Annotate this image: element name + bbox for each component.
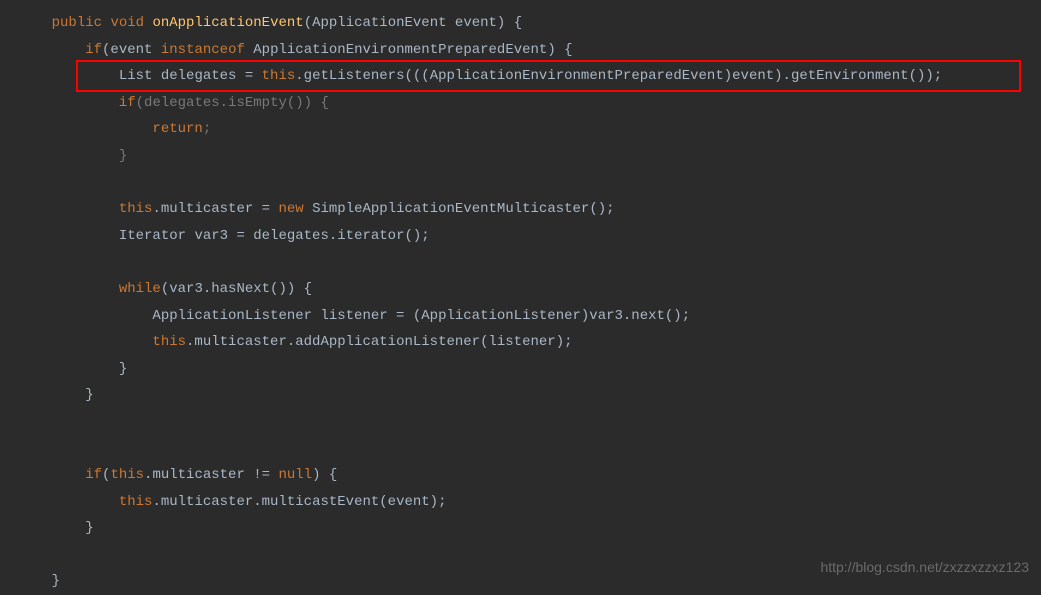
code-line-10: ApplicationListener listener = (Applicat… xyxy=(18,303,1023,330)
keyword-public: public xyxy=(52,15,102,31)
keyword-null: null xyxy=(278,467,312,483)
code-line-9: while(var3.hasNext()) { xyxy=(18,276,1023,303)
code-brace: } xyxy=(119,148,127,164)
code-brace: } xyxy=(52,573,60,589)
code-text: SimpleApplicationEventMulticaster(); xyxy=(304,201,615,217)
keyword-new: new xyxy=(278,201,303,217)
code-line-16: } xyxy=(18,515,1023,542)
keyword-this: this xyxy=(110,467,144,483)
code-line-4: if(delegates.isEmpty()) { xyxy=(18,90,1023,117)
code-text: List delegates = xyxy=(119,68,262,84)
code-text: ApplicationListener listener = (Applicat… xyxy=(152,308,690,324)
code-line-blank xyxy=(18,249,1023,276)
code-line-11: this.multicaster.addApplicationListener(… xyxy=(18,329,1023,356)
code-line-blank xyxy=(18,436,1023,463)
code-line-13: } xyxy=(18,382,1023,409)
code-line-1: public void onApplicationEvent(Applicati… xyxy=(18,10,1023,37)
code-line-6: } xyxy=(18,143,1023,170)
keyword-this: this xyxy=(119,201,153,217)
code-line-8: Iterator var3 = delegates.iterator(); xyxy=(18,223,1023,250)
code-line-2: if(event instanceof ApplicationEnvironme… xyxy=(18,37,1023,64)
keyword-if: if xyxy=(85,42,102,58)
code-brace: } xyxy=(119,361,127,377)
code-text: ; xyxy=(203,121,211,137)
keyword-this: this xyxy=(152,334,186,350)
code-text: ) { xyxy=(312,467,337,483)
code-line-12: } xyxy=(18,356,1023,383)
keyword-return: return xyxy=(152,121,202,137)
code-line-blank xyxy=(18,170,1023,197)
code-line-5: return; xyxy=(18,116,1023,143)
code-text: .multicaster.addApplicationListener(list… xyxy=(186,334,572,350)
code-line-blank xyxy=(18,409,1023,436)
keyword-void: void xyxy=(110,15,144,31)
keyword-while: while xyxy=(119,281,161,297)
keyword-if: if xyxy=(85,467,102,483)
code-line-14: if(this.multicaster != null) { xyxy=(18,462,1023,489)
code-text: ApplicationEnvironmentPreparedEvent) { xyxy=(253,42,572,58)
code-text: .multicaster.multicastEvent(event); xyxy=(152,494,446,510)
code-text: .multicaster != xyxy=(144,467,278,483)
code-brace: } xyxy=(85,387,93,403)
code-line-7: this.multicaster = new SimpleApplication… xyxy=(18,196,1023,223)
method-name: onApplicationEvent xyxy=(152,15,303,31)
code-line-3: List delegates = this.getListeners(((App… xyxy=(18,63,1023,90)
code-editor[interactable]: public void onApplicationEvent(Applicati… xyxy=(18,10,1023,595)
code-brace: } xyxy=(85,520,93,536)
keyword-instanceof: instanceof xyxy=(161,42,245,58)
code-text: (delegates.isEmpty()) { xyxy=(136,95,329,111)
code-line-15: this.multicaster.multicastEvent(event); xyxy=(18,489,1023,516)
code-text: Iterator var3 = delegates.iterator(); xyxy=(119,228,430,244)
code-text: (var3.hasNext()) { xyxy=(161,281,312,297)
keyword-this: this xyxy=(262,68,296,84)
code-text: .multicaster = xyxy=(152,201,278,217)
code-text: (ApplicationEvent event) { xyxy=(304,15,522,31)
keyword-this: this xyxy=(119,494,153,510)
code-text: (event xyxy=(102,42,152,58)
watermark-text: http://blog.csdn.net/zxzzxzzxz123 xyxy=(820,554,1029,581)
code-text: .getListeners(((ApplicationEnvironmentPr… xyxy=(295,68,942,84)
keyword-if: if xyxy=(119,95,136,111)
